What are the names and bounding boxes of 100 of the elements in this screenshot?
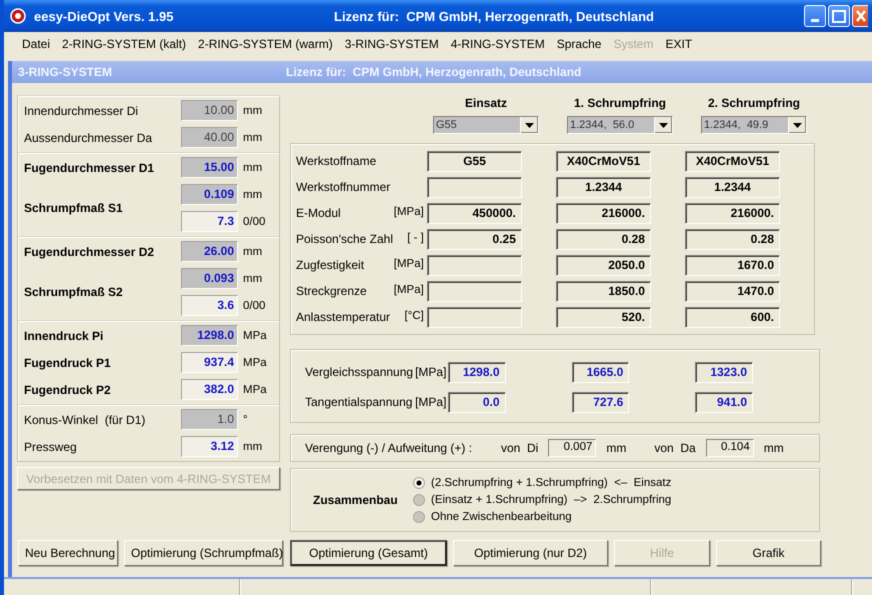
unit-label: mm — [606, 441, 626, 455]
value-field: G55 — [427, 150, 522, 172]
value-field: 0.25 — [426, 228, 522, 250]
value-field: 2050.0 — [556, 254, 651, 276]
unit-label: [MPa] — [415, 365, 448, 379]
value-field[interactable]: 3.6 — [181, 295, 238, 316]
value-field[interactable]: 15.00 — [181, 157, 238, 178]
close-button[interactable] — [852, 5, 868, 27]
unit-label: mm — [243, 440, 264, 452]
value-field: 0.28 — [684, 228, 780, 250]
field-label: Fugendurchmesser D1 — [24, 160, 156, 174]
value-field: 520. — [556, 306, 651, 328]
value-field: 216000. — [684, 202, 780, 224]
value-field[interactable]: 0.093 — [181, 268, 238, 289]
value-field: 600. — [684, 306, 780, 328]
window-title: eesy-DieOpt Vers. 1.95 — [34, 8, 174, 24]
material-dropdown[interactable]: 1.2344, 49.9 — [701, 116, 807, 134]
action-button[interactable]: Optimierung (Schrumpfmaß) — [124, 540, 283, 566]
column-header: 1. Schrumpfring — [574, 96, 666, 110]
unit-label: [MPa] — [394, 258, 424, 272]
field-label: Konus-Winkel (für D1) — [24, 412, 146, 426]
menu-item[interactable]: Datei — [16, 37, 56, 51]
value-field: X40CrMoV51 — [556, 150, 652, 172]
field-label: Innendruck Pi — [24, 328, 104, 342]
value-field: 1298.0 — [448, 362, 506, 382]
menu-item[interactable]: EXIT — [659, 37, 698, 51]
menu-item[interactable]: 4-RING-SYSTEM — [444, 37, 551, 51]
dropdown-arrow-icon — [525, 122, 534, 128]
action-button[interactable]: Neu Berechnung — [18, 540, 118, 566]
value-field: 1670.0 — [684, 254, 780, 276]
radio-button[interactable] — [413, 477, 425, 489]
unit-label: 0/00 — [243, 300, 266, 312]
deformation-label: Verengung (-) / Aufweitung (+) : — [305, 441, 474, 455]
unit-label: MPa — [243, 356, 268, 368]
value-field: 941.0 — [695, 392, 754, 412]
radio-button[interactable] — [413, 511, 425, 523]
minimize-button[interactable] — [804, 5, 826, 27]
menu-item[interactable]: 3-RING-SYSTEM — [338, 37, 445, 51]
radio-label: (Einsatz + 1.Schrumpfring) –> 2.Schrumpfring — [431, 494, 672, 506]
app-icon — [10, 8, 26, 24]
field-label: Pressweg — [24, 440, 78, 454]
value-field[interactable]: 1.0 — [181, 409, 238, 430]
material-dropdown[interactable]: 1.2344, 56.0 — [567, 116, 673, 134]
field-label: Fugendurchmesser D2 — [24, 244, 156, 258]
field-label: von Da — [654, 441, 696, 455]
unit-label: mm — [764, 441, 784, 455]
action-button[interactable]: Grafik — [716, 540, 821, 566]
value-field: 0.104 — [706, 439, 754, 457]
unit-label: mm — [243, 272, 264, 284]
unit-label: ° — [243, 414, 249, 426]
value-field[interactable]: 40.00 — [181, 127, 238, 148]
property-label: Werkstoffnummer — [296, 180, 390, 194]
material-dropdown[interactable]: G55 — [433, 116, 539, 134]
group-label: Zusammenbau — [313, 493, 399, 507]
value-field[interactable]: 1298.0 — [181, 325, 238, 346]
value-field[interactable]: 7.3 — [181, 211, 238, 232]
value-field: 727.6 — [572, 392, 630, 412]
maximize-button[interactable] — [828, 5, 850, 27]
unit-label: mm — [243, 104, 264, 116]
value-field: 0.28 — [556, 228, 651, 250]
radio-button[interactable] — [413, 494, 425, 506]
unit-label: [MPa] — [394, 284, 424, 298]
property-label: E-Modul — [296, 206, 341, 220]
value-field: 1323.0 — [695, 362, 754, 382]
value-field: 216000. — [556, 202, 651, 224]
unit-label: [°C] — [404, 310, 424, 324]
action-button[interactable]: Optimierung (nur D2) — [453, 540, 608, 566]
unit-label: MPa — [243, 384, 268, 396]
value-field[interactable]: 3.12 — [181, 436, 238, 457]
value-field[interactable]: 0.109 — [181, 184, 238, 205]
stress-label: Vergleichsspannung — [305, 365, 414, 379]
stress-label: Tangentialspannung — [305, 395, 414, 409]
property-label: Anlasstemperatur — [296, 310, 390, 324]
value-field[interactable]: 937.4 — [181, 352, 238, 373]
unit-label: MPa — [243, 330, 268, 342]
field-label: Schrumpfmaß S2 — [24, 285, 124, 299]
radio-label: (2.Schrumpfring + 1.Schrumpfring) <– Einsatz — [431, 477, 672, 489]
property-label: Zugfestigkeit — [296, 258, 364, 272]
menu-item[interactable]: 2-RING-SYSTEM (warm) — [192, 37, 339, 51]
menu-item[interactable]: 2-RING-SYSTEM (kalt) — [56, 37, 192, 51]
property-label: Poisson'sche Zahl — [296, 232, 394, 246]
dropdown-arrow-icon — [793, 122, 802, 128]
value-field[interactable]: 26.00 — [181, 241, 238, 262]
minimize-icon — [811, 19, 819, 22]
menu-item[interactable]: Sprache — [550, 37, 608, 51]
value-field: 1850.0 — [556, 280, 651, 302]
field-label: Fugendruck P2 — [24, 382, 112, 396]
property-label: Werkstoffname — [296, 154, 376, 168]
radio-label: Ohne Zwischenbearbeitung — [431, 511, 572, 523]
column-header: 2. Schrumpfring — [708, 96, 800, 110]
value-field[interactable]: 10.00 — [181, 100, 238, 121]
action-button[interactable]: Optimierung (Gesamt) — [290, 540, 447, 566]
value-field: 0.007 — [548, 439, 596, 457]
value-field: 1.2344 — [556, 176, 652, 198]
property-label: Streckgrenze — [296, 284, 367, 298]
field-label: Aussendurchmesser Da — [24, 130, 154, 144]
value-field: 0.0 — [448, 392, 506, 412]
value-field: 450000. — [426, 202, 522, 224]
value-field[interactable]: 382.0 — [181, 379, 238, 400]
maximize-icon — [832, 10, 846, 22]
